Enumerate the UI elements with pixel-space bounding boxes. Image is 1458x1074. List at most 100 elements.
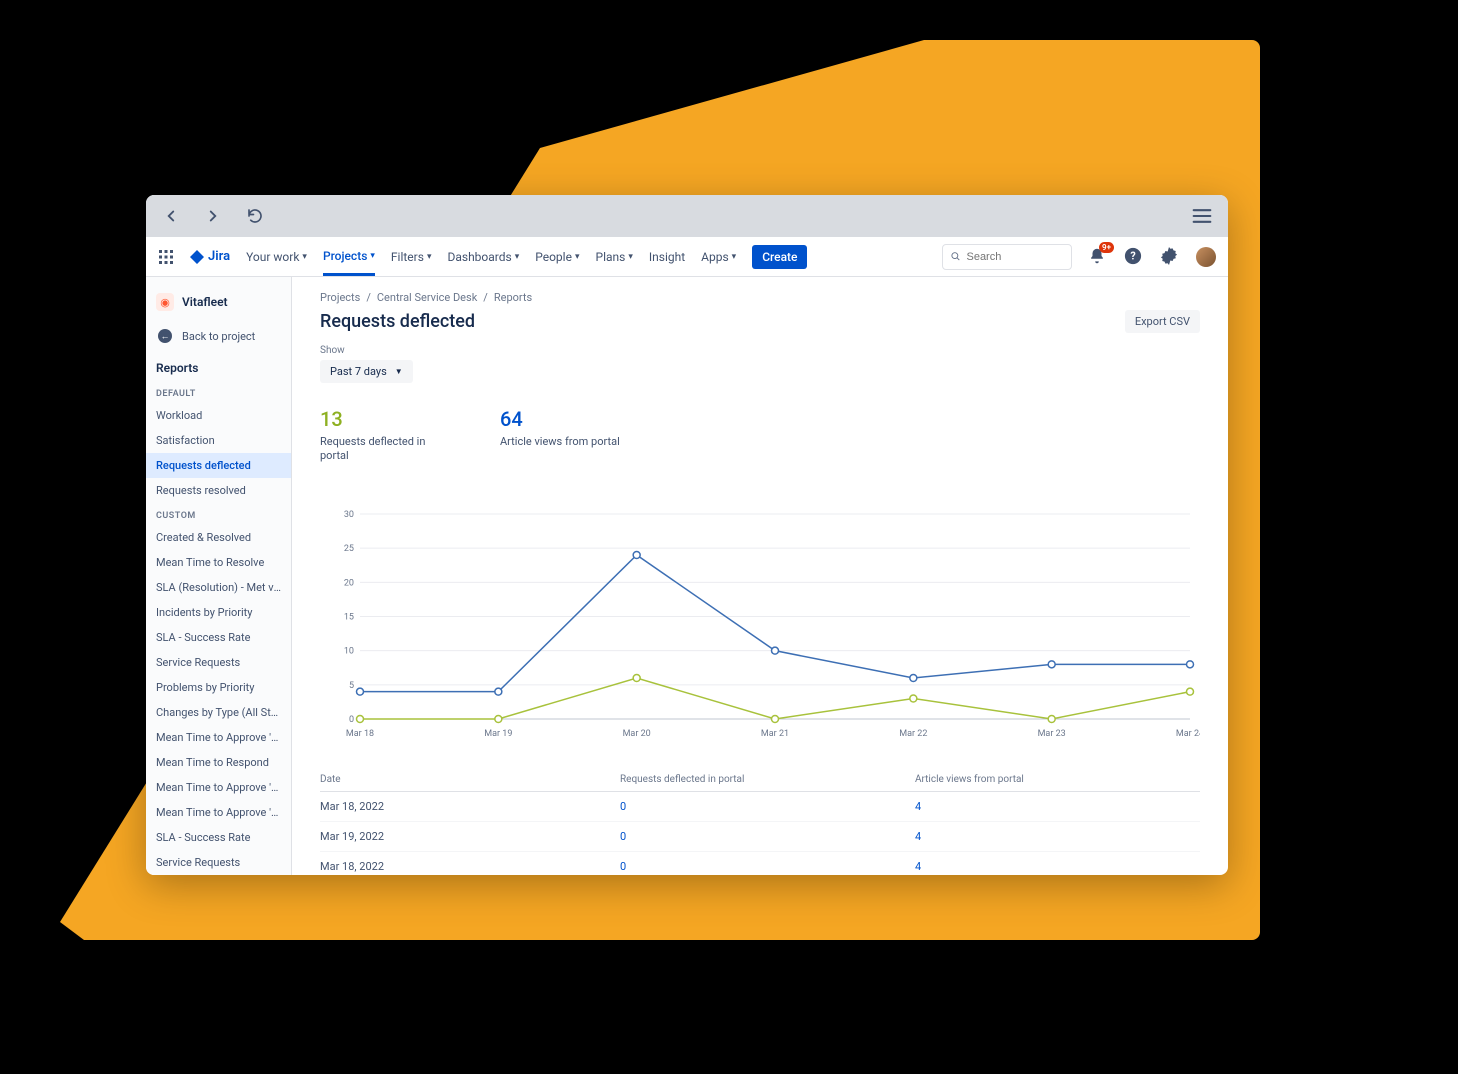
sidebar-item-mean-time-to-approve-norm-[interactable]: Mean Time to Approve 'Norm... <box>146 725 291 750</box>
app-switcher-icon[interactable] <box>158 249 174 265</box>
browser-window: Jira Your work▾Projects▾Filters▾Dashboar… <box>146 195 1228 875</box>
cell-views[interactable]: 4 <box>915 800 921 813</box>
breadcrumb-2[interactable]: Reports <box>494 291 532 304</box>
search-field[interactable] <box>966 251 1063 263</box>
table-row: Mar 18, 202204 <box>320 792 1200 822</box>
sidebar-item-requests-resolved[interactable]: Requests resolved <box>146 478 291 503</box>
sidebar-item-changes-by-type-all-statuses-[interactable]: Changes by Type (All Statuses) <box>146 700 291 725</box>
sidebar-item-problems-by-priority[interactable]: Problems by Priority <box>146 675 291 700</box>
table-row: Mar 19, 20220 4 <box>320 822 1200 852</box>
nav-projects[interactable]: Projects▾ <box>323 239 375 276</box>
stat-value: 13 <box>320 407 440 431</box>
col-date: Date <box>320 774 620 785</box>
cell-deflected[interactable]: 0 <box>620 830 626 843</box>
notifications-icon[interactable]: 9+ <box>1088 247 1108 267</box>
stat-green: 13 Requests deflected in portal <box>320 407 440 464</box>
stat-value: 64 <box>500 407 620 431</box>
create-button[interactable]: Create <box>752 245 807 269</box>
svg-text:30: 30 <box>344 510 354 520</box>
forward-icon[interactable] <box>204 207 222 225</box>
export-csv-button[interactable]: Export CSV <box>1125 310 1200 333</box>
breadcrumbs: Projects/Central Service Desk/Reports <box>320 291 1200 304</box>
sidebar-item-incidents-by-priority[interactable]: Incidents by Priority <box>146 600 291 625</box>
nav-your-work[interactable]: Your work▾ <box>246 240 307 274</box>
cell-views[interactable]: 4 <box>915 830 921 843</box>
reload-icon[interactable] <box>246 207 264 225</box>
sidebar-item-satisfaction[interactable]: Satisfaction <box>146 428 291 453</box>
back-label: Back to project <box>182 330 255 343</box>
sidebar-item-mean-time-to-resolve[interactable]: Mean Time to Resolve <box>146 550 291 575</box>
chevron-down-icon: ▾ <box>370 251 375 261</box>
project-header[interactable]: ◉ Vitafleet <box>146 277 291 321</box>
svg-text:Mar 21: Mar 21 <box>761 729 789 739</box>
search-input[interactable] <box>942 244 1072 270</box>
data-table: Date Requests deflected in portal Articl… <box>320 768 1200 875</box>
cell-views[interactable]: 4 <box>915 860 921 873</box>
chevron-down-icon: ▾ <box>427 252 432 262</box>
line-chart: 051015202530Mar 18Mar 19Mar 20Mar 21Mar … <box>320 504 1200 744</box>
settings-icon[interactable] <box>1160 247 1180 267</box>
table-row: Mar 18, 20220 4 <box>320 852 1200 875</box>
col-views: Article views from portal <box>915 774 1200 785</box>
breadcrumb-0[interactable]: Projects <box>320 291 360 304</box>
sidebar: ◉ Vitafleet ← Back to project Reports DE… <box>146 277 292 875</box>
nav-apps[interactable]: Apps▾ <box>701 240 736 274</box>
back-icon[interactable] <box>162 207 180 225</box>
svg-text:Mar 22: Mar 22 <box>899 729 927 739</box>
user-avatar[interactable] <box>1196 247 1216 267</box>
reports-heading: Reports <box>146 355 291 381</box>
nav-insight[interactable]: Insight <box>649 240 685 274</box>
cell-deflected[interactable]: 0 <box>620 860 626 873</box>
svg-text:Mar 24: Mar 24 <box>1176 729 1200 739</box>
main-content: Projects/Central Service Desk/Reports Re… <box>292 277 1228 875</box>
jira-logo[interactable]: Jira <box>190 249 230 264</box>
help-icon[interactable]: ? <box>1124 247 1144 267</box>
top-navigation: Jira Your work▾ Projects▾ Filters▾ Dashboar… <box>146 237 1228 277</box>
svg-text:20: 20 <box>344 578 354 588</box>
back-to-project[interactable]: ← Back to project <box>146 321 291 355</box>
sidebar-item-mean-time-to-approve-norm-[interactable]: Mean Time to Approve 'Norm... <box>146 800 291 825</box>
breadcrumb-1[interactable]: Central Service Desk <box>377 291 477 304</box>
menu-icon[interactable] <box>1192 208 1212 224</box>
chevron-down-icon: ▾ <box>732 252 737 262</box>
col-deflected: Requests deflected in portal <box>620 774 915 785</box>
chevron-down-icon: ▾ <box>575 252 580 262</box>
nav-filters[interactable]: Filters▾ <box>391 240 432 274</box>
notification-badge: 9+ <box>1099 242 1114 253</box>
project-icon: ◉ <box>156 293 174 311</box>
project-name: Vitafleet <box>182 295 228 309</box>
sidebar-item-sla-success-rate[interactable]: SLA - Success Rate <box>146 825 291 850</box>
nav-people[interactable]: People▾ <box>535 240 579 274</box>
sidebar-item-service-requests[interactable]: Service Requests <box>146 650 291 675</box>
svg-text:0: 0 <box>349 715 354 725</box>
nav-plans[interactable]: Plans▾ <box>596 240 633 274</box>
svg-text:Mar 20: Mar 20 <box>623 729 651 739</box>
cell-date: Mar 18, 2022 <box>320 860 620 873</box>
nav-dashboards[interactable]: Dashboards▾ <box>447 240 519 274</box>
sidebar-item-service-requests[interactable]: Service Requests <box>146 850 291 875</box>
chevron-down-icon: ▼ <box>395 367 403 376</box>
svg-text:Mar 18: Mar 18 <box>346 729 374 739</box>
sidebar-item-created-resolved[interactable]: Created & Resolved <box>146 525 291 550</box>
sidebar-item-mean-time-to-respond[interactable]: Mean Time to Respond <box>146 750 291 775</box>
stat-label: Requests deflected in portal <box>320 435 440 464</box>
group-custom: CUSTOM <box>146 503 291 525</box>
sidebar-item-mean-time-to-approve-norm-[interactable]: Mean Time to Approve 'Norm... <box>146 775 291 800</box>
sidebar-item-requests-deflected[interactable]: Requests deflected <box>146 453 291 478</box>
chevron-down-icon: ▾ <box>302 252 307 262</box>
stat-label: Article views from portal <box>500 435 620 449</box>
page-title: Requests deflected <box>320 311 475 332</box>
search-icon <box>951 251 960 262</box>
svg-text:15: 15 <box>344 612 354 622</box>
chevron-down-icon: ▾ <box>515 252 520 262</box>
browser-toolbar <box>146 195 1228 237</box>
date-range-select[interactable]: Past 7 days ▼ <box>320 360 413 383</box>
sidebar-item-sla-resolution-met-vs-bre-[interactable]: SLA (Resolution) - Met vs Bre... <box>146 575 291 600</box>
svg-text:Mar 23: Mar 23 <box>1038 729 1066 739</box>
group-default: DEFAULT <box>146 381 291 403</box>
svg-text:10: 10 <box>344 646 354 656</box>
sidebar-item-workload[interactable]: Workload <box>146 403 291 428</box>
sidebar-item-sla-success-rate[interactable]: SLA - Success Rate <box>146 625 291 650</box>
cell-date: Mar 19, 2022 <box>320 830 620 843</box>
cell-deflected[interactable]: 0 <box>620 800 626 813</box>
